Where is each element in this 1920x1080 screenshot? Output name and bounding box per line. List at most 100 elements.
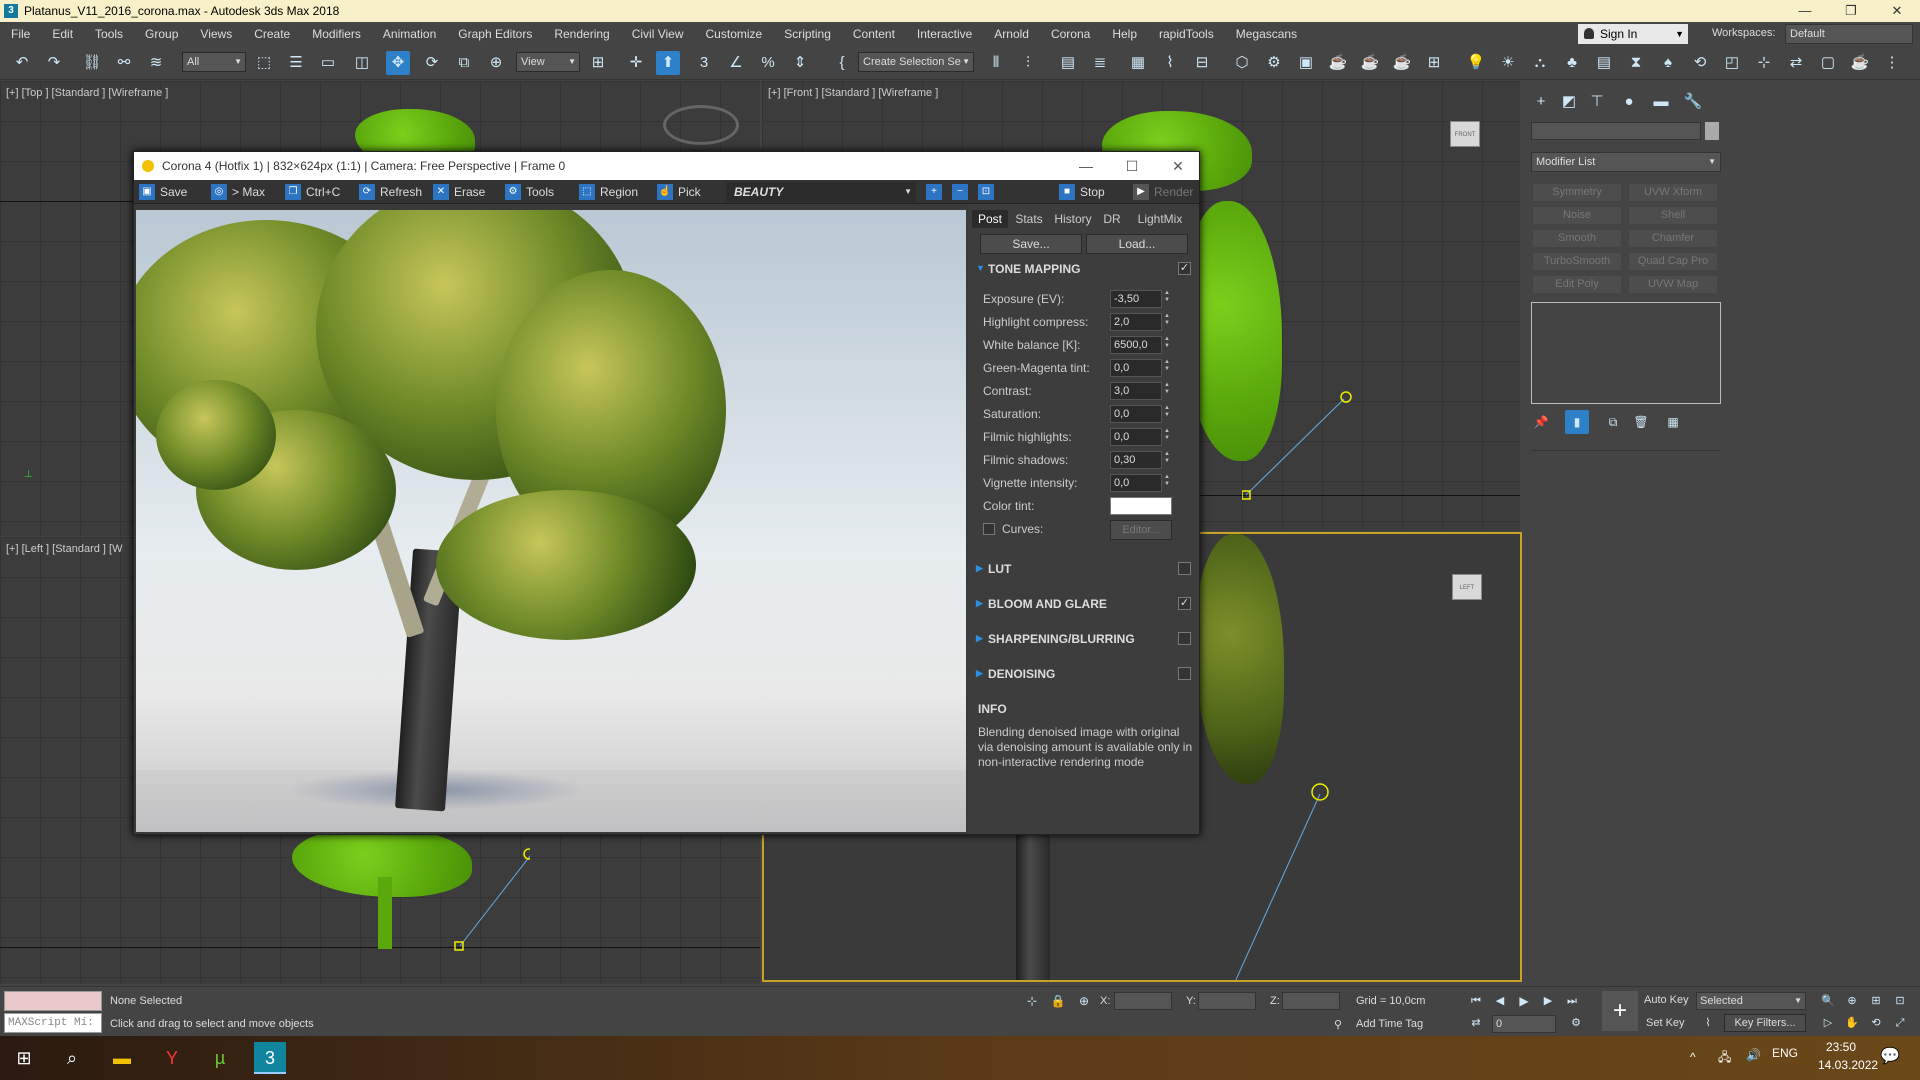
pan-view-icon[interactable]: ✋ bbox=[1840, 1011, 1864, 1035]
zoom-icon[interactable]: 🔍 bbox=[1816, 989, 1840, 1013]
contrast-input[interactable]: 3,0 bbox=[1110, 382, 1162, 400]
menu-help[interactable]: Help bbox=[1101, 22, 1148, 46]
menu-file[interactable]: File bbox=[0, 22, 41, 46]
zoom-extents-all-icon[interactable]: ⊡ bbox=[1888, 989, 1912, 1013]
menu-tools[interactable]: Tools bbox=[84, 22, 134, 46]
edit-named-selection-icon[interactable]: { bbox=[830, 51, 854, 75]
move-pivot-icon[interactable]: ⊹ bbox=[1752, 51, 1776, 75]
denoising-section[interactable]: ▶ DENOISING bbox=[976, 667, 1055, 681]
create-tab-icon[interactable]: + bbox=[1529, 90, 1553, 114]
menu-modifiers[interactable]: Modifiers bbox=[301, 22, 372, 46]
align-icon[interactable]: ⫶ bbox=[1016, 51, 1040, 75]
curves-editor-button[interactable]: Editor... bbox=[1110, 520, 1172, 540]
3dsmax-taskbar-icon[interactable]: 3 bbox=[254, 1042, 286, 1074]
bloom-glare-section[interactable]: ▶ BLOOM AND GLARE bbox=[976, 597, 1107, 611]
lut-section[interactable]: ▶ LUT bbox=[976, 562, 1011, 576]
absolute-mode-icon[interactable]: ⊕ bbox=[1072, 989, 1096, 1013]
menu-civil-view[interactable]: Civil View bbox=[621, 22, 695, 46]
saturation-input[interactable]: 0,0 bbox=[1110, 405, 1162, 423]
zoom-out-icon[interactable]: − bbox=[952, 182, 972, 202]
volume-icon[interactable]: 🔊 bbox=[1746, 1048, 1761, 1062]
menu-arnold[interactable]: Arnold bbox=[983, 22, 1040, 46]
reference-coordinate-dropdown[interactable]: View ▼ bbox=[516, 52, 580, 72]
select-and-rotate-icon[interactable]: ⟳ bbox=[420, 51, 444, 75]
modifier-edit-poly-button[interactable]: Edit Poly bbox=[1533, 276, 1621, 293]
go-to-start-icon[interactable]: ⏮ bbox=[1464, 989, 1488, 1013]
key-mode-icon[interactable]: ⇄ bbox=[1464, 1011, 1488, 1035]
scene-explorer-icon[interactable]: ▤ bbox=[1056, 51, 1080, 75]
link-icon[interactable]: ⛓ bbox=[80, 51, 104, 75]
vignette-intensity-input[interactable]: 0,0 bbox=[1110, 474, 1162, 492]
make-unique-icon[interactable]: ⧉ bbox=[1601, 410, 1625, 434]
orbit-icon[interactable]: ⟲ bbox=[1864, 1011, 1888, 1035]
modifier-shell-button[interactable]: Shell bbox=[1629, 207, 1717, 224]
modifier-uvw-xform-button[interactable]: UVW Xform bbox=[1629, 184, 1717, 201]
lut-checkbox[interactable] bbox=[1178, 562, 1191, 575]
spinner-icon[interactable]: ▲ ▼ bbox=[1164, 382, 1170, 396]
manipulate-icon[interactable]: ✛ bbox=[624, 51, 648, 75]
remove-modifier-icon[interactable]: 🗑 bbox=[1629, 410, 1653, 434]
selection-lock-icon[interactable]: 🔒 bbox=[1046, 989, 1070, 1013]
menu-group[interactable]: Group bbox=[134, 22, 189, 46]
render-channel-dropdown[interactable]: BEAUTY ▼ bbox=[726, 182, 916, 202]
curve-editor-icon[interactable]: ⌇ bbox=[1158, 51, 1182, 75]
spinner-icon[interactable]: ▲ ▼ bbox=[1164, 313, 1170, 327]
key-selection-dropdown[interactable]: Selected ▼ bbox=[1696, 992, 1806, 1010]
modifier-symmetry-button[interactable]: Symmetry bbox=[1533, 184, 1621, 201]
menu-rendering[interactable]: Rendering bbox=[543, 22, 620, 46]
vfb-region-button[interactable]: ⬚ Region bbox=[576, 182, 638, 202]
default-tangent-icon[interactable]: ⌇ bbox=[1696, 1011, 1720, 1035]
rectangular-selection-icon[interactable]: ▭ bbox=[316, 51, 340, 75]
x-coordinate-input[interactable] bbox=[1114, 992, 1172, 1010]
tab-history[interactable]: History bbox=[1050, 210, 1096, 228]
vfb-stop-button[interactable]: ■ Stop bbox=[1056, 182, 1105, 202]
modify-tab-icon[interactable]: ◩ bbox=[1557, 90, 1581, 114]
maximize-viewport-icon[interactable]: ⤢ bbox=[1888, 1011, 1912, 1035]
sign-in-button[interactable]: Sign In ▼ bbox=[1578, 24, 1688, 44]
bloom-glare-checkbox[interactable]: ✓ bbox=[1178, 597, 1191, 610]
layer-explorer-icon[interactable]: ≣ bbox=[1088, 51, 1112, 75]
filmic-highlights-input[interactable]: 0,0 bbox=[1110, 428, 1162, 446]
render-region-icon[interactable]: ◰ bbox=[1720, 51, 1744, 75]
spinner-snap-icon[interactable]: ⇕ bbox=[788, 51, 812, 75]
render-production-icon[interactable]: ☕ bbox=[1326, 51, 1350, 75]
spinner-icon[interactable]: ▲ ▼ bbox=[1164, 290, 1170, 304]
vfb-refresh-button[interactable]: ⟳ Refresh bbox=[356, 182, 422, 202]
y-coordinate-input[interactable] bbox=[1198, 992, 1256, 1010]
object-color-swatch[interactable] bbox=[1705, 122, 1719, 140]
time-config-icon[interactable]: ⚙ bbox=[1564, 1011, 1588, 1035]
vfb-maximize-button[interactable]: ☐ bbox=[1109, 152, 1155, 180]
exposure-input[interactable]: -3,50 bbox=[1110, 290, 1162, 308]
curves-checkbox[interactable] bbox=[983, 523, 995, 535]
auto-key-button[interactable]: Auto Key bbox=[1644, 991, 1690, 1009]
file-explorer-icon[interactable]: ▬ bbox=[106, 1042, 138, 1074]
box-icon[interactable]: ▢ bbox=[1816, 51, 1840, 75]
notification-icon[interactable]: 💬 bbox=[1880, 1046, 1900, 1066]
vfb-minimize-button[interactable]: — bbox=[1063, 152, 1109, 180]
spinner-icon[interactable]: ▲ ▼ bbox=[1164, 359, 1170, 373]
viewcube-front[interactable]: FRONT bbox=[1450, 121, 1480, 147]
play-animation-icon[interactable]: ▶ bbox=[1512, 989, 1536, 1013]
windows-start-icon[interactable]: ⊞ bbox=[8, 1042, 40, 1074]
rendered-image[interactable] bbox=[136, 210, 966, 832]
undo-icon[interactable]: ↶ bbox=[10, 51, 34, 75]
vfb-render-button[interactable]: ▶ Render bbox=[1130, 182, 1193, 202]
tree-icon[interactable]: ♠ bbox=[1656, 51, 1680, 75]
spinner-icon[interactable]: ▲ ▼ bbox=[1164, 474, 1170, 488]
spinner-icon[interactable]: ▲ ▼ bbox=[1164, 405, 1170, 419]
close-button[interactable]: ✕ bbox=[1874, 0, 1920, 22]
toggle-ribbon-icon[interactable]: ▦ bbox=[1126, 51, 1150, 75]
utorrent-icon[interactable]: µ bbox=[204, 1042, 236, 1074]
keyboard-shortcut-override-icon[interactable]: ⬆ bbox=[656, 51, 680, 75]
corona-toolbar-icon[interactable]: ⊞ bbox=[1422, 51, 1446, 75]
corona-vfb-window[interactable]: Corona 4 (Hotfix 1) | 832×624px (1:1) | … bbox=[133, 151, 1200, 835]
sun-icon[interactable]: ☀ bbox=[1496, 51, 1520, 75]
clock-date[interactable]: 14.03.2022 bbox=[1818, 1058, 1878, 1072]
maxscript-listener-pink[interactable] bbox=[4, 991, 102, 1011]
search-icon[interactable]: ⌕ bbox=[56, 1042, 88, 1074]
viewport-left-label[interactable]: [+] [Left ] [Standard ] [W bbox=[6, 543, 122, 555]
tab-dr[interactable]: DR bbox=[1100, 210, 1124, 228]
go-to-end-icon[interactable]: ⏭ bbox=[1560, 989, 1584, 1013]
restore-button[interactable]: ❐ bbox=[1828, 0, 1874, 22]
modifier-quad-cap-pro-button[interactable]: Quad Cap Pro bbox=[1629, 253, 1717, 270]
